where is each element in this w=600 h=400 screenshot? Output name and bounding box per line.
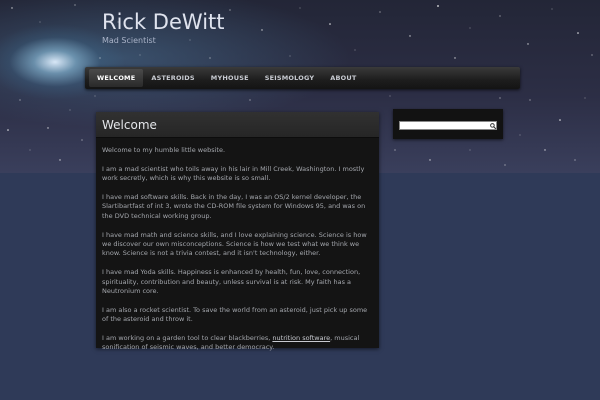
search-input[interactable]	[399, 121, 497, 130]
site-title[interactable]: Rick DeWitt	[102, 12, 225, 33]
nav-item-about[interactable]: ABOUT	[322, 67, 364, 89]
paragraph-science: I have mad math and science skills, and …	[102, 230, 367, 258]
content-header: Welcome	[96, 112, 379, 138]
paragraph-yoda: I have mad Yoda skills. Happiness is enh…	[102, 268, 361, 296]
paragraph-rocket: I am also a rocket scientist. To save th…	[102, 305, 368, 324]
paragraph-software: I have mad software skills. Back in the …	[102, 193, 366, 220]
nav-item-asteroids[interactable]: ASTEROIDS	[143, 67, 202, 89]
projects-text-before: I am working on a garden tool to clear b…	[102, 334, 273, 343]
search-widget	[393, 109, 503, 139]
nav-item-welcome[interactable]: WELCOME	[89, 69, 144, 87]
search-icon[interactable]	[488, 121, 497, 130]
nav-item-seismology[interactable]: SEISMOLOGY	[257, 67, 323, 89]
paragraph-welcome: Welcome to my humble little website.	[102, 146, 226, 154]
site-tagline: Mad Scientist	[102, 36, 156, 45]
nutrition-software-link[interactable]: nutrition software	[272, 334, 330, 342]
page-title: Welcome	[102, 118, 157, 132]
main-content-panel: Welcome Welcome to my humble little webs…	[96, 112, 379, 351]
paragraph-intro: I am a mad scientist who toils away in h…	[102, 164, 365, 183]
paragraph-projects: I am working on a garden tool to clear b…	[102, 334, 375, 353]
main-navigation: WELCOME ASTEROIDS MYHOUSE SEISMOLOGY ABO…	[85, 67, 520, 89]
content-body: Welcome to my humble little website. I a…	[102, 146, 375, 362]
nav-item-myhouse[interactable]: MYHOUSE	[203, 67, 257, 89]
